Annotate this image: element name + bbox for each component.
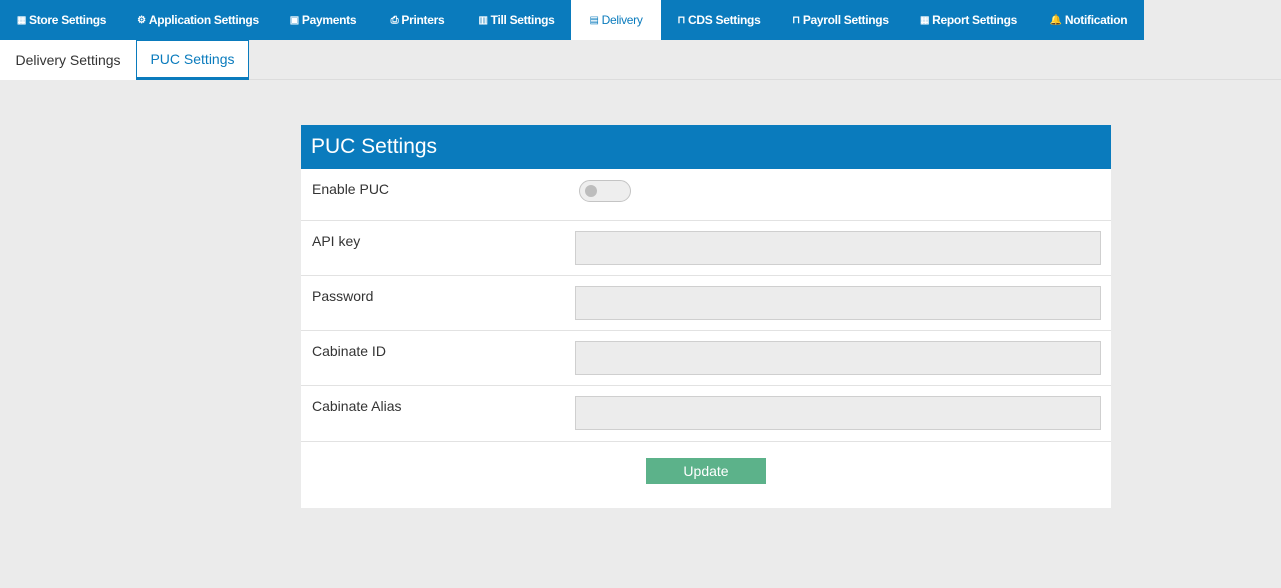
api-key-label: API key: [312, 233, 361, 249]
tab-payroll-settings[interactable]: ⊓ Payroll Settings: [777, 0, 904, 40]
tab-till-settings[interactable]: ▥ Till Settings: [462, 0, 571, 40]
subtab-delivery-settings[interactable]: Delivery Settings: [0, 40, 136, 80]
tab-printers[interactable]: ⎙ Printers: [373, 0, 462, 40]
cabinate-alias-label: Cabinate Alias: [312, 398, 402, 414]
tab-label: Till Settings: [490, 13, 555, 27]
top-navigation: ▦ Store Settings ⚙ Application Settings …: [0, 0, 1144, 40]
cabinate-id-field[interactable]: [575, 341, 1101, 375]
tab-label: Report Settings: [932, 13, 1017, 27]
payroll-icon: ⊓: [792, 14, 800, 26]
cogs-icon: ⚙: [137, 14, 146, 26]
report-icon: ▦: [920, 14, 930, 26]
api-key-row: API key: [301, 221, 1111, 276]
printer-icon: ⎙: [390, 14, 399, 26]
tab-payments[interactable]: ▣ Payments: [273, 0, 373, 40]
tab-label: Application Settings: [148, 13, 259, 27]
delivery-icon: ▤: [589, 14, 599, 26]
money-icon: ▣: [289, 14, 299, 26]
cabinate-alias-field[interactable]: [575, 396, 1101, 430]
tab-report-settings[interactable]: ▦ Report Settings: [904, 0, 1033, 40]
cabinate-id-label: Cabinate ID: [312, 343, 386, 359]
store-icon: ▦: [16, 14, 26, 26]
toggle-knob: [585, 185, 597, 197]
tab-store-settings[interactable]: ▦ Store Settings: [0, 0, 123, 40]
tab-label: Printers: [401, 13, 445, 27]
tab-notification[interactable]: 🔔 Notification: [1033, 0, 1144, 40]
tab-cds-settings[interactable]: ⊓ CDS Settings: [661, 0, 777, 40]
enable-puc-toggle[interactable]: [579, 180, 631, 202]
password-label: Password: [312, 288, 374, 304]
panel-title: PUC Settings: [301, 125, 1111, 169]
tab-label: CDS Settings: [688, 13, 761, 27]
password-field[interactable]: [575, 286, 1101, 320]
tab-label: Notification: [1064, 13, 1128, 27]
update-button[interactable]: Update: [646, 458, 766, 484]
password-row: Password: [301, 276, 1111, 331]
puc-settings-panel: PUC Settings Enable PUC API key Password…: [301, 125, 1111, 508]
subtab-puc-settings[interactable]: PUC Settings: [136, 40, 249, 80]
cabinate-alias-row: Cabinate Alias: [301, 386, 1111, 441]
tab-label: Payroll Settings: [802, 13, 889, 27]
tab-label: Store Settings: [29, 13, 107, 27]
api-key-field[interactable]: [575, 231, 1101, 265]
tab-application-settings[interactable]: ⚙ Application Settings: [123, 0, 273, 40]
cds-icon: ⊓: [677, 14, 686, 26]
till-icon: ▥: [478, 14, 488, 26]
cabinate-id-row: Cabinate ID: [301, 331, 1111, 386]
tab-label: Delivery: [601, 13, 643, 27]
sub-tab-bar: Delivery Settings PUC Settings: [0, 40, 1281, 80]
enable-puc-row: Enable PUC: [301, 169, 1111, 221]
enable-puc-label: Enable PUC: [312, 181, 390, 197]
tab-label: Payments: [301, 13, 357, 27]
panel-footer: Update: [301, 441, 1111, 509]
tab-delivery[interactable]: ▤ Delivery: [571, 0, 661, 40]
bell-icon: 🔔: [1049, 14, 1062, 26]
